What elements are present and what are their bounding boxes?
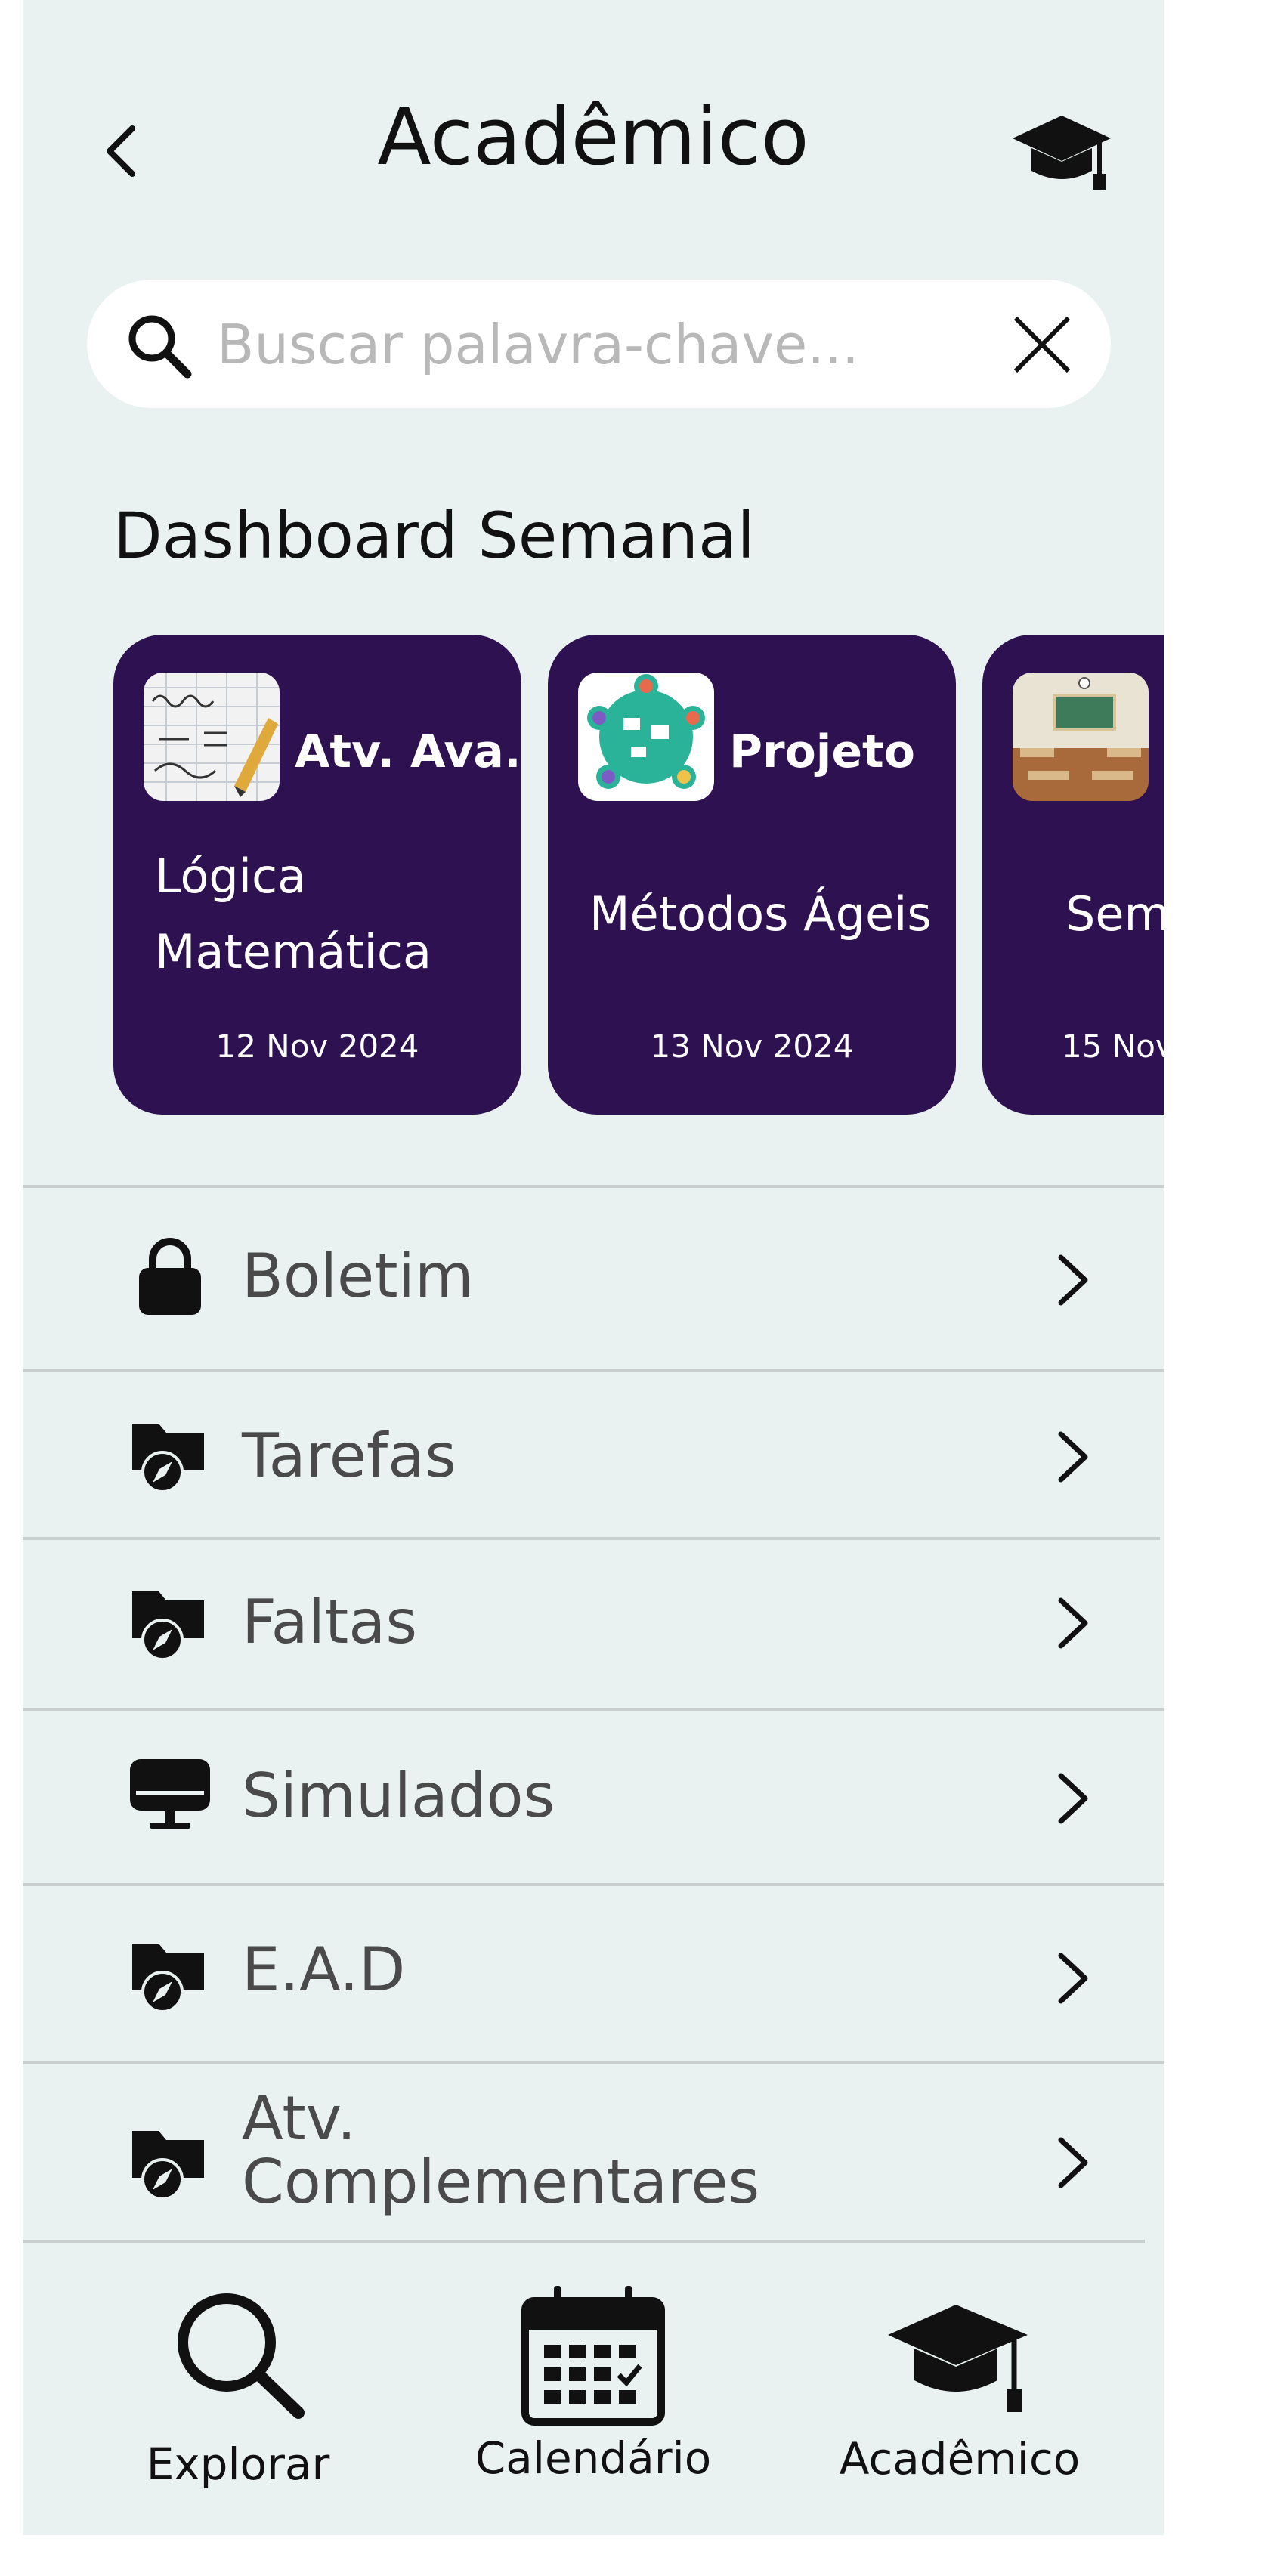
folder-compass-icon	[132, 2131, 204, 2200]
chevron-right-icon	[1058, 2137, 1088, 2188]
nav-label: Acadêmico	[839, 2433, 1081, 2485]
calendar-icon	[521, 2286, 665, 2426]
chevron-right-icon	[1058, 1953, 1088, 2004]
menu-item-atv-complementares[interactable]: Atv. Complementares	[23, 2064, 1164, 2240]
card-title: Sem	[1065, 886, 1164, 942]
menu-item-faltas[interactable]: Faltas	[23, 1540, 1164, 1708]
nav-item-explorar[interactable]: Explorar	[113, 2256, 363, 2535]
math-sheet-thumbnail	[144, 673, 280, 801]
dashboard-card[interactable]: Sem 15 Nov	[982, 635, 1164, 1115]
card-title: Lógica Matemática	[155, 849, 431, 979]
chevron-right-icon	[1058, 1597, 1088, 1649]
graduation-cap-icon	[1013, 116, 1111, 190]
chevron-right-icon	[1058, 1254, 1088, 1306]
menu-item-ead[interactable]: E.A.D	[23, 1886, 1164, 2061]
search-bar	[87, 280, 1111, 408]
menu-item-tarefas[interactable]: Tarefas	[23, 1372, 1164, 1537]
menu-item-label: E.A.D	[242, 1934, 406, 2005]
team-table-thumbnail	[578, 673, 714, 801]
classroom-thumbnail	[1013, 673, 1149, 801]
search-icon	[178, 2293, 305, 2419]
menu-item-label: Simulados	[242, 1761, 555, 1831]
card-date: 15 Nov	[1062, 1028, 1164, 1065]
menu-item-label-line: Complementares	[242, 2147, 760, 2217]
folder-compass-icon	[132, 1591, 204, 1661]
menu-item-label: Atv. Complementares	[242, 2087, 759, 2214]
dashboard-card[interactable]: Projeto Métodos Ágeis 13 Nov 2024	[548, 635, 956, 1115]
folder-compass-icon	[132, 1424, 204, 1493]
nav-item-calendario[interactable]: Calendário	[461, 2256, 725, 2535]
nav-label: Calendário	[475, 2432, 712, 2484]
graduation-cap-icon	[888, 2305, 1028, 2412]
nav-label: Explorar	[146, 2438, 330, 2490]
search-icon	[128, 315, 192, 379]
search-input[interactable]	[215, 302, 974, 387]
card-title: Métodos Ágeis	[589, 886, 932, 942]
bottom-nav: Explorar Calendário Acadêmico	[23, 2256, 1164, 2535]
clear-search-icon[interactable]	[1011, 314, 1073, 376]
lock-icon	[139, 1238, 201, 1315]
card-category: Projeto	[729, 725, 915, 778]
divider	[23, 2240, 1145, 2243]
menu-item-label-line: Atv.	[242, 2083, 357, 2154]
menu-item-label: Boletim	[242, 1241, 474, 1311]
monitor-icon	[130, 1759, 210, 1829]
menu-item-label: Tarefas	[242, 1421, 456, 1491]
page-title: Acadêmico	[377, 91, 809, 183]
app-screen: Acadêmico Dashboard Semanal	[23, 0, 1164, 2535]
menu-item-simulados[interactable]: Simulados	[23, 1711, 1164, 1883]
folder-compass-icon	[132, 1944, 204, 2013]
chevron-right-icon	[1058, 1773, 1088, 1824]
dashboard-title: Dashboard Semanal	[113, 499, 755, 573]
card-date: 12 Nov 2024	[215, 1028, 419, 1065]
menu-item-boletim[interactable]: Boletim	[23, 1188, 1164, 1369]
chevron-right-icon	[1058, 1431, 1088, 1483]
card-category: Atv. Ava.	[295, 725, 521, 778]
card-date: 13 Nov 2024	[650, 1028, 854, 1065]
dashboard-card[interactable]: Atv. Ava. Lógica Matemática 12 Nov 2024	[113, 635, 521, 1115]
menu-item-label: Faltas	[242, 1587, 417, 1657]
nav-item-academico[interactable]: Acadêmico	[824, 2256, 1096, 2535]
